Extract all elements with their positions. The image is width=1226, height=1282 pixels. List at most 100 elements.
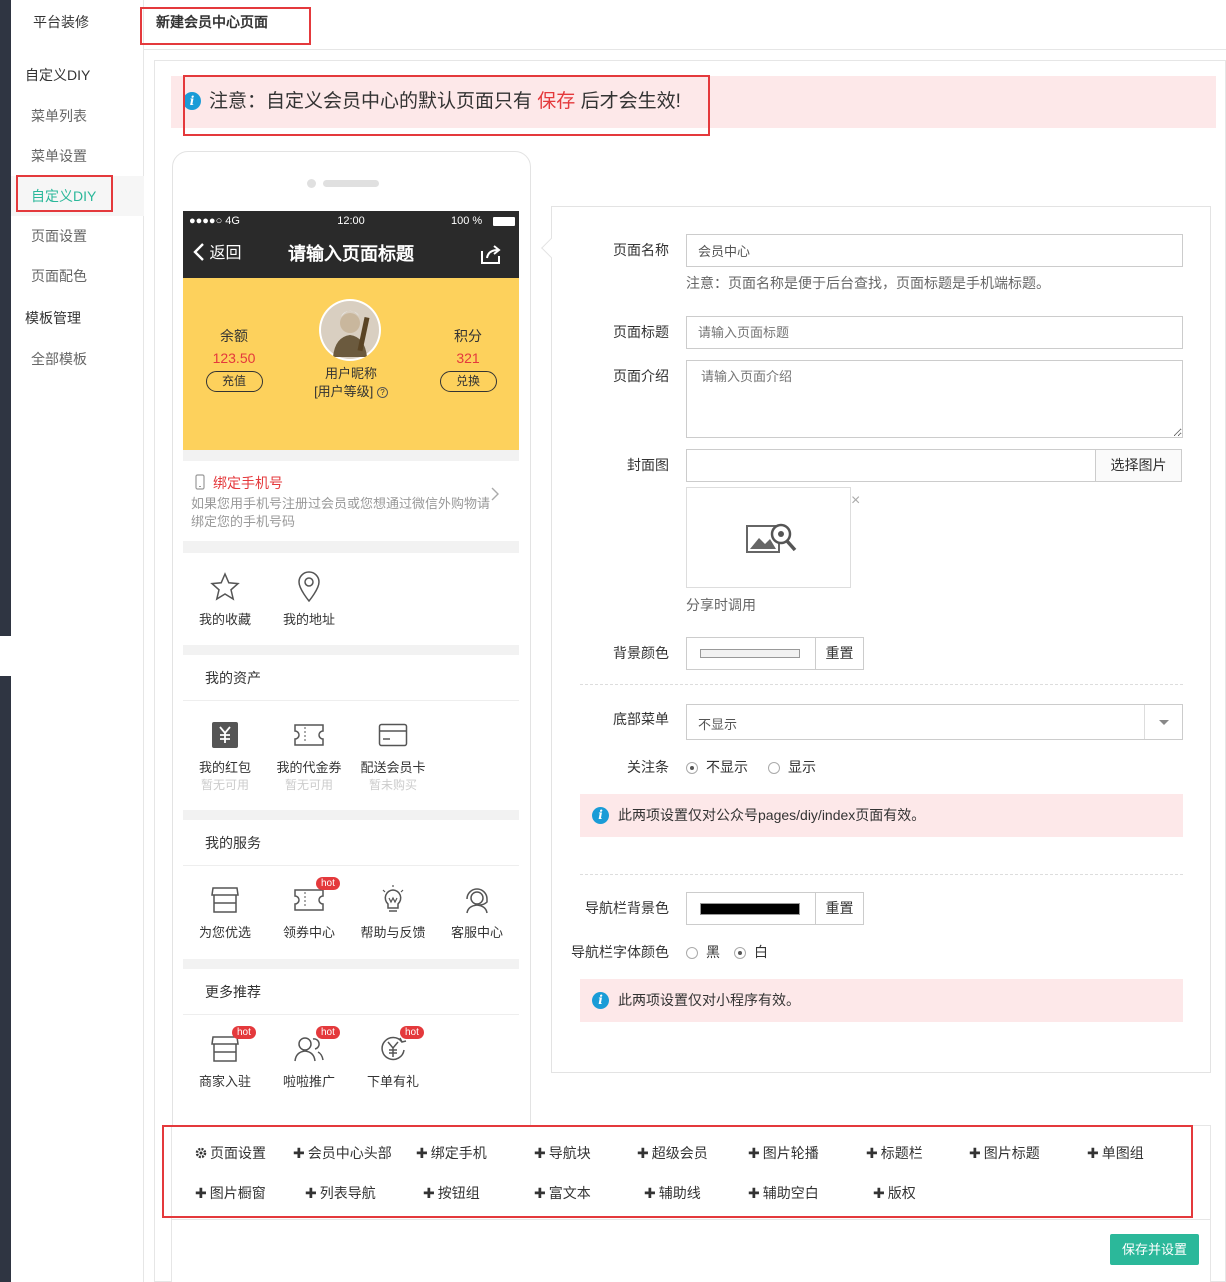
question-icon[interactable]: ? (376, 387, 388, 399)
tool-label: 辅助线 (658, 1185, 701, 1201)
bottom-menu-select[interactable]: 不显示 (686, 704, 1183, 740)
tool-label: 图片轮播 (762, 1145, 819, 1161)
tool-bind-phone[interactable]: ✚ 绑定手机 (416, 1143, 487, 1163)
plus-icon: ✚ (969, 1145, 981, 1161)
share-icon[interactable] (479, 243, 503, 268)
tool-member-header[interactable]: ✚ 会员中心头部 (293, 1143, 392, 1163)
tool-page-settings[interactable]: 页面设置 (195, 1143, 266, 1163)
sidebar-group-templates[interactable]: 模板管理 (11, 298, 144, 338)
card-icon (378, 723, 408, 747)
points-block: 积分 321 兑换 (438, 326, 498, 392)
grid-item-address[interactable]: 我的地址 (267, 569, 351, 629)
tool-image-showcase[interactable]: ✚ 图片橱窗 (195, 1183, 266, 1203)
nav-bg-color-picker[interactable] (686, 892, 816, 925)
follow-bar-radio-hide[interactable]: 不显示 (686, 757, 748, 777)
grid-sub: 暂无可用 (284, 778, 333, 792)
page-title-input[interactable] (686, 316, 1183, 349)
bind-phone-row[interactable]: 绑定手机号 如果您用手机号注册过会员或您想通过微信外购物请绑定您的手机号码 (183, 461, 519, 541)
choose-image-button[interactable]: 选择图片 (1095, 449, 1182, 482)
plus-icon: ✚ (534, 1145, 546, 1161)
tool-label: 图片标题 (983, 1145, 1040, 1161)
nav-font-radio-white[interactable]: 白 (734, 942, 768, 962)
nav-bg-reset-button[interactable]: 重置 (815, 892, 864, 925)
save-and-set-button[interactable]: 保存并设置 (1110, 1234, 1199, 1265)
grid-sub: 暂无可用 (200, 778, 249, 792)
phone-nav-bar: 返回 请输入页面标题 (183, 231, 519, 278)
grid-label: 帮助与反馈 (360, 925, 426, 940)
page-intro-textarea[interactable] (686, 360, 1183, 438)
tool-guide-line[interactable]: ✚ 辅助线 (644, 1183, 701, 1203)
radio-label: 显示 (788, 759, 816, 775)
sidebar-item-custom-diy[interactable]: 自定义DIY (11, 176, 144, 216)
tool-blank-space[interactable]: ✚ 辅助空白 (748, 1183, 819, 1203)
bind-phone-title: 绑定手机号 (213, 475, 283, 491)
select-divider (1144, 705, 1145, 739)
tool-label: 按钮组 (437, 1185, 480, 1201)
remove-cover-icon[interactable]: × (851, 491, 860, 511)
hot-badge: hot (232, 1026, 256, 1039)
sidebar-item-menu-settings[interactable]: 菜单设置 (11, 136, 144, 176)
radio-on (686, 762, 698, 775)
nav-bg-color-swatch (700, 903, 800, 915)
radio-on (734, 947, 746, 960)
tool-label: 会员中心头部 (307, 1145, 392, 1161)
tool-super-member[interactable]: ✚ 超级会员 (637, 1143, 708, 1163)
grid-item-customer-service[interactable]: 客服中心 (435, 882, 519, 942)
bg-color-reset-button[interactable]: 重置 (815, 637, 864, 670)
grid-item-preferred[interactable]: 为您优选 (183, 882, 267, 942)
page-name-input[interactable] (686, 234, 1183, 267)
strip-notch (0, 636, 11, 676)
sidebar-title[interactable]: 平台装修 (33, 8, 89, 36)
grid-item-favorites[interactable]: 我的收藏 (183, 569, 267, 629)
grid-item-member-card[interactable]: 配送会员卡 暂未购买 (351, 717, 435, 793)
sidebar-item-all-templates[interactable]: 全部模板 (11, 339, 144, 379)
battery-level: 100 % (451, 215, 483, 227)
cover-input[interactable] (686, 449, 1096, 482)
points-value: 321 (456, 350, 480, 366)
exchange-button[interactable]: 兑换 (439, 371, 497, 392)
radio-off (686, 947, 698, 960)
grid-label: 客服中心 (450, 925, 503, 940)
grid-item-merchant[interactable]: hot 商家入驻 (183, 1026, 267, 1091)
points-label: 积分 (454, 328, 482, 344)
grid-item-voucher[interactable]: 我的代金券 暂无可用 (267, 717, 351, 793)
tip-mini-program: i 此两项设置仅对小程序有效。 (580, 979, 1183, 1022)
bottom-menu-value: 不显示 (698, 717, 738, 732)
tab-new-member-page[interactable]: 新建会员中心页面 (156, 8, 268, 36)
grid-item-coupon-center[interactable]: hot 领券中心 (267, 877, 351, 942)
tool-carousel[interactable]: ✚ 图片轮播 (748, 1143, 819, 1163)
bottom-menu-label: 底部菜单 (613, 711, 669, 727)
plus-icon: ✚ (423, 1185, 435, 1201)
bg-color-picker[interactable] (686, 637, 816, 670)
sidebar-item-menu-list[interactable]: 菜单列表 (11, 96, 144, 136)
cover-preview[interactable] (686, 487, 851, 588)
bg-color-label: 背景颜色 (613, 645, 669, 661)
grid-item-help[interactable]: 帮助与反馈 (351, 882, 435, 942)
tool-list-nav[interactable]: ✚ 列表导航 (305, 1183, 376, 1203)
page-name-hint: 注意：页面名称是便于后台查找，页面标题是手机端标题。 (686, 275, 1050, 291)
radio-label: 白 (754, 944, 768, 960)
notice-text-after: 后才会生效! (580, 91, 681, 112)
grid-item-red-packet[interactable]: 我的红包 暂无可用 (183, 717, 267, 793)
sidebar-item-page-colors[interactable]: 页面配色 (11, 256, 144, 296)
shop-icon (211, 1036, 239, 1062)
tool-single-image-group[interactable]: ✚ 单图组 (1087, 1143, 1144, 1163)
tool-copyright[interactable]: ✚ 版权 (873, 1183, 916, 1203)
tool-image-title[interactable]: ✚ 图片标题 (969, 1143, 1040, 1163)
nav-font-radio-black[interactable]: 黑 (686, 942, 720, 962)
tool-nav-block[interactable]: ✚ 导航块 (534, 1143, 591, 1163)
balance-value: 123.50 (212, 350, 256, 366)
tool-rich-text[interactable]: ✚ 富文本 (534, 1183, 591, 1203)
tool-title-bar[interactable]: ✚ 标题栏 (866, 1143, 923, 1163)
tool-label: 超级会员 (651, 1145, 708, 1161)
tip-text: 此两项设置仅对小程序有效。 (618, 992, 800, 1008)
sidebar-group-diy[interactable]: 自定义DIY (11, 55, 144, 95)
grid-item-promotion[interactable]: hot 啦啦推广 (267, 1026, 351, 1091)
services-title: 我的服务 (183, 820, 519, 866)
sidebar-item-page-settings[interactable]: 页面设置 (11, 216, 144, 256)
top-tab-bar: 新建会员中心页面 (144, 0, 1226, 50)
follow-bar-radio-show[interactable]: 显示 (768, 757, 816, 777)
tool-button-group[interactable]: ✚ 按钮组 (423, 1183, 480, 1203)
grid-item-order-gift[interactable]: hot 下单有礼 (351, 1026, 435, 1091)
grid-label: 我的红包 (198, 760, 251, 775)
